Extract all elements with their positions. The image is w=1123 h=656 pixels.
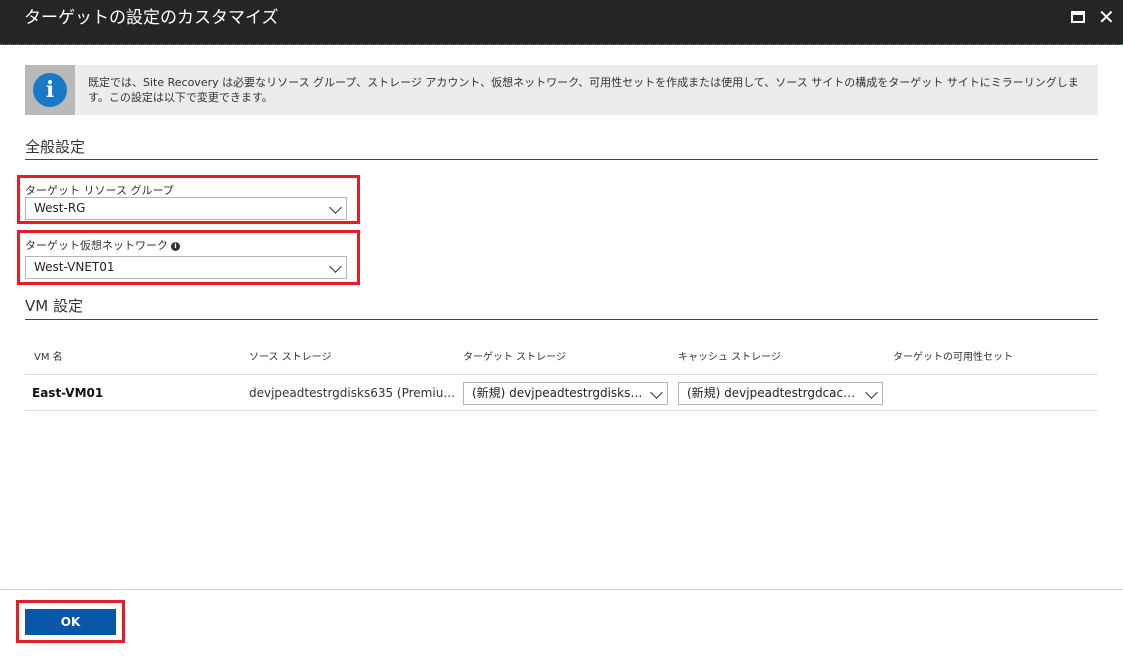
- source-storage-cell: devjpeadtestrgdisks635 (Premiu…: [249, 386, 456, 400]
- ok-button[interactable]: OK: [25, 609, 116, 635]
- column-header-cache-storage: キャッシュ ストレージ: [678, 352, 781, 363]
- table-row-divider: [25, 410, 1098, 411]
- cache-storage-value: (新規) devjpeadtestrgdcach…: [687, 386, 863, 400]
- column-header-availability-set: ターゲットの可用性セット: [893, 352, 1013, 363]
- info-icon-tile: i: [25, 65, 75, 115]
- general-settings-title: 全般設定: [25, 138, 86, 156]
- blade-header: ターゲットの設定のカスタマイズ ✕: [0, 0, 1123, 45]
- target-storage-value: (新規) devjpeadtestrgdisks6…: [472, 386, 651, 400]
- info-icon: i: [33, 73, 67, 107]
- general-settings-divider: [25, 159, 1098, 160]
- resource-group-select[interactable]: West-RG: [25, 197, 347, 220]
- target-storage-select[interactable]: (新規) devjpeadtestrgdisks6…: [463, 382, 668, 405]
- close-icon[interactable]: ✕: [1098, 7, 1115, 27]
- vm-settings-title: VM 設定: [25, 297, 83, 315]
- column-header-vm-name: VM 名: [34, 352, 63, 363]
- vm-settings-divider: [25, 319, 1098, 320]
- column-header-source-storage: ソース ストレージ: [249, 352, 332, 363]
- virtual-network-label-text: ターゲット仮想ネットワーク: [25, 239, 168, 252]
- footer-divider: [0, 589, 1123, 590]
- info-banner: i 既定では、Site Recovery は必要なリソース グループ、ストレージ…: [25, 65, 1098, 115]
- virtual-network-value: West-VNET01: [34, 260, 115, 274]
- blade-title: ターゲットの設定のカスタマイズ: [24, 8, 279, 28]
- info-small-icon[interactable]: i: [171, 242, 180, 251]
- column-header-target-storage: ターゲット ストレージ: [463, 352, 566, 363]
- table-header-divider: [25, 374, 1098, 375]
- resource-group-label: ターゲット リソース グループ: [25, 184, 174, 197]
- resource-group-value: West-RG: [34, 201, 86, 215]
- virtual-network-label: ターゲット仮想ネットワーク i: [25, 237, 180, 253]
- cache-storage-select[interactable]: (新規) devjpeadtestrgdcach…: [678, 382, 883, 405]
- vm-name-cell: East-VM01: [32, 386, 104, 400]
- virtual-network-select[interactable]: West-VNET01: [25, 256, 347, 279]
- info-text: 既定では、Site Recovery は必要なリソース グループ、ストレージ ア…: [88, 76, 1079, 104]
- maximize-icon[interactable]: [1070, 9, 1086, 25]
